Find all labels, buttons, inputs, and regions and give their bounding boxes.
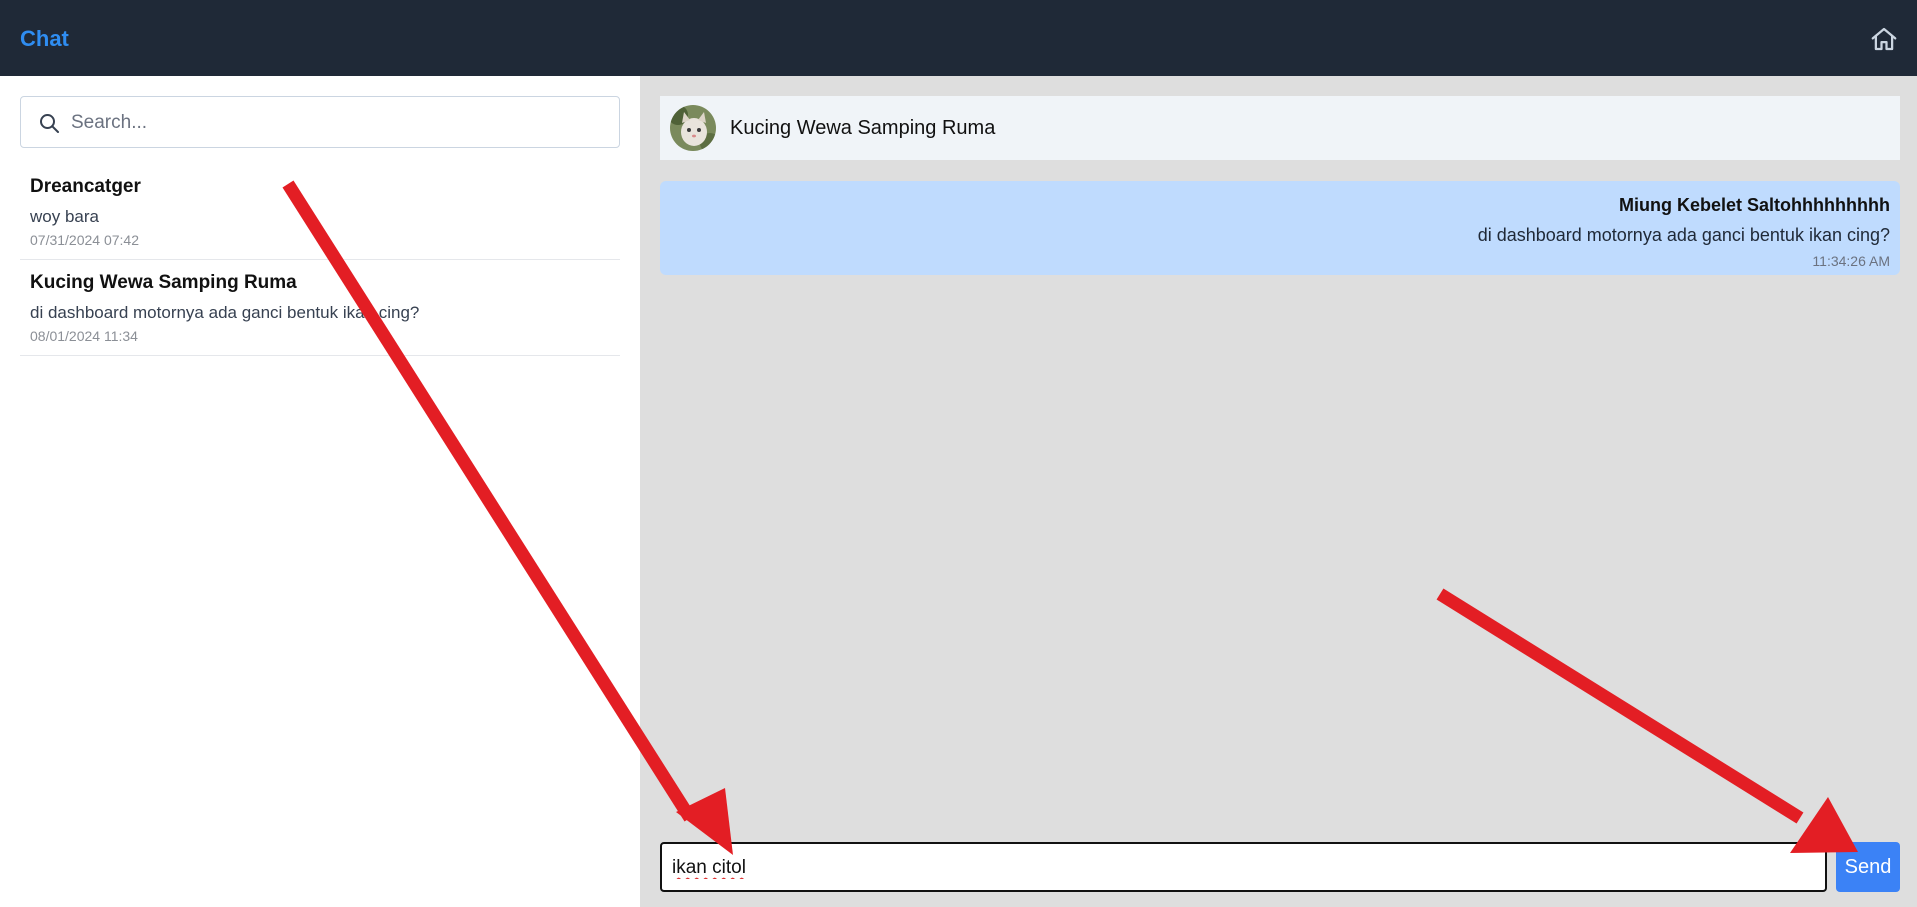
conversation-time: 07/31/2024 07:42: [30, 232, 139, 248]
message-input[interactable]: [672, 852, 1812, 884]
chat-panel: Kucing Wewa Samping Ruma Miung Kebelet S…: [640, 76, 1917, 907]
conversation-item[interactable]: Kucing Wewa Samping Ruma di dashboard mo…: [20, 260, 620, 356]
message-composer[interactable]: [660, 842, 1827, 892]
chat-contact-name: Kucing Wewa Samping Ruma: [730, 117, 996, 139]
conversation-name: Kucing Wewa Samping Ruma: [30, 272, 297, 293]
conversation-preview: di dashboard motornya ada ganci bentuk i…: [30, 303, 420, 322]
conversation-time: 08/01/2024 11:34: [30, 328, 138, 344]
conversation-preview: woy bara: [30, 207, 99, 226]
message-time: 11:34:26 AM: [1812, 253, 1890, 269]
search-input[interactable]: [71, 105, 601, 141]
top-bar: Chat: [0, 0, 1917, 76]
search-box[interactable]: [20, 96, 620, 148]
message-sender: Miung Kebelet Saltohhhhhhhhh: [1619, 195, 1890, 215]
home-button[interactable]: [1869, 24, 1899, 54]
conversation-name: Dreancatger: [30, 176, 141, 197]
message-text: di dashboard motornya ada ganci bentuk i…: [1477, 225, 1890, 245]
conversation-item[interactable]: Dreancatger woy bara 07/31/2024 07:42: [20, 164, 620, 260]
search-icon: [40, 114, 59, 133]
message-bubble: Miung Kebelet Saltohhhhhhhhh di dashboar…: [660, 181, 1900, 275]
app-title[interactable]: Chat: [20, 26, 69, 52]
cat-avatar-image: [670, 105, 716, 151]
send-button[interactable]: Send: [1836, 842, 1900, 892]
chat-header: Kucing Wewa Samping Ruma: [660, 96, 1900, 160]
conversation-sidebar: Dreancatger woy bara 07/31/2024 07:42 Ku…: [0, 76, 640, 907]
avatar: [670, 105, 716, 151]
conversation-list: Dreancatger woy bara 07/31/2024 07:42 Ku…: [20, 164, 620, 356]
home-icon: [1871, 27, 1897, 51]
